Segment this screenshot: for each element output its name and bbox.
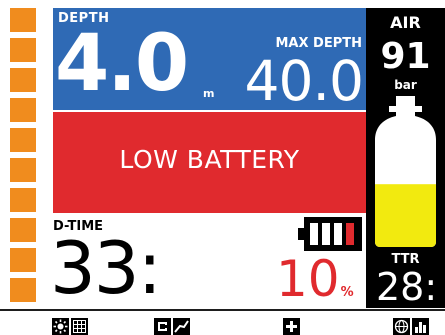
battery-bar — [310, 223, 318, 245]
ladder-segment — [10, 8, 36, 32]
ladder-segment — [10, 68, 36, 92]
ladder-segment — [10, 128, 36, 152]
battery-bar — [334, 223, 342, 245]
plus-icon — [283, 318, 300, 335]
brightness-icon — [52, 318, 69, 335]
battery-bar — [322, 223, 330, 245]
grid-icon — [71, 318, 88, 335]
battery-percent-value: 10 — [276, 250, 340, 308]
softkey-globe-bars[interactable] — [393, 318, 429, 335]
globe-icon — [393, 318, 410, 335]
depth-panel: DEPTH 4.0 m MAX DEPTH 40.0 — [53, 8, 366, 110]
air-pressure-unit: bar — [394, 78, 417, 92]
tank-gauge-icon — [375, 96, 436, 247]
ladder-segment — [10, 158, 36, 182]
ladder-segment — [10, 98, 36, 122]
softkey-compass-graph[interactable] — [154, 318, 190, 335]
profile-graph-icon — [173, 318, 190, 335]
ladder-segment — [10, 218, 36, 242]
warning-banner: LOW BATTERY — [53, 112, 366, 213]
warning-text: LOW BATTERY — [119, 145, 300, 174]
compass-icon — [154, 318, 171, 335]
tank-gas-level — [375, 184, 436, 247]
air-pressure-value: 91 — [380, 36, 431, 77]
battery-icon — [298, 217, 362, 251]
depth-value: 4.0 — [55, 19, 189, 109]
ladder-segment — [10, 188, 36, 212]
depth-unit: m — [203, 87, 215, 100]
softkey-divider — [0, 309, 445, 311]
battery-percent-unit: % — [340, 285, 354, 300]
softkey-bar — [0, 313, 445, 335]
dive-time-value: 33: — [50, 226, 162, 310]
softkey-light-grid[interactable] — [52, 318, 88, 335]
air-label: AIR — [390, 13, 421, 32]
softkey-plus[interactable] — [283, 318, 300, 335]
battery-bar — [346, 223, 354, 245]
ladder-segment — [10, 38, 36, 62]
ladder-segment — [10, 278, 36, 302]
max-depth-value: 40.0 — [244, 49, 364, 113]
bar-graph-icon — [412, 318, 429, 335]
air-panel: AIR 91 bar TTR 28: — [366, 8, 445, 308]
dive-computer-screen: DEPTH 4.0 m MAX DEPTH 40.0 LOW BATTERY A… — [0, 0, 445, 335]
ladder-segment — [10, 248, 36, 272]
ttr-value: 28: — [376, 265, 438, 309]
